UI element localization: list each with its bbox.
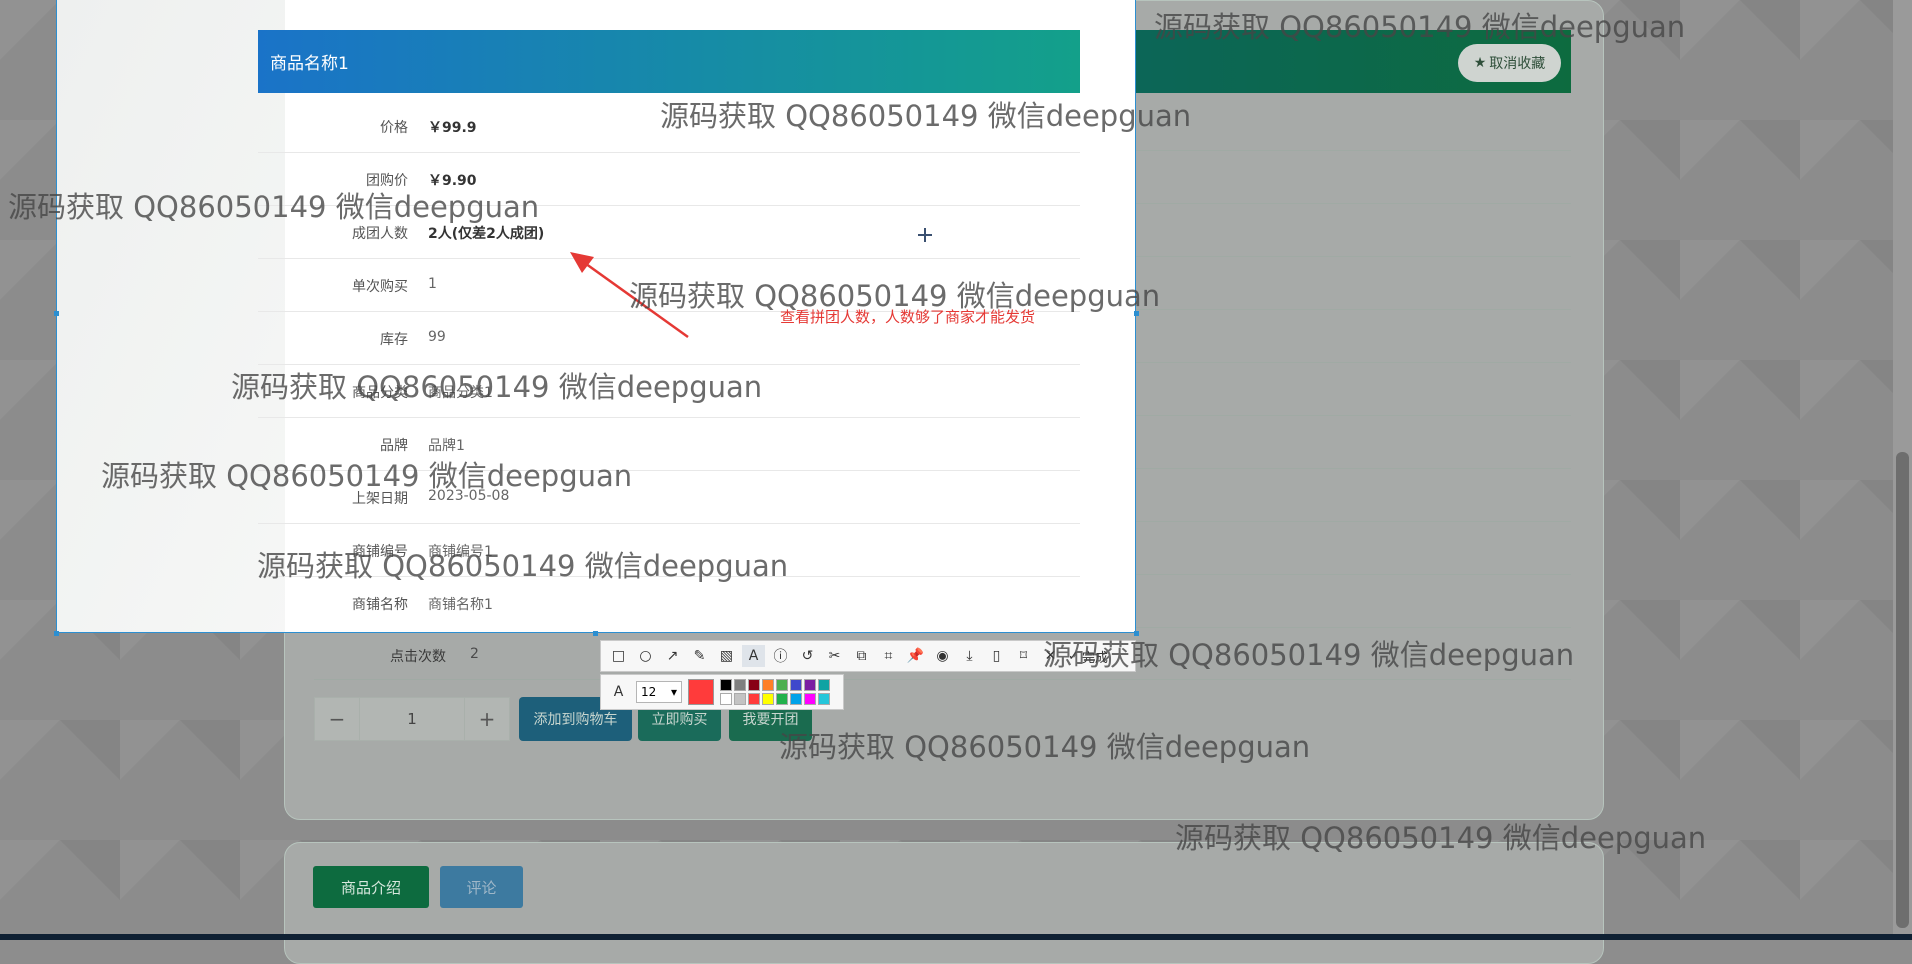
single-purchase-label: 单次购买 — [352, 279, 408, 295]
arrow-icon[interactable]: ↗ — [661, 645, 684, 667]
crosshair-cursor — [918, 228, 932, 242]
stock-value: 99 — [428, 329, 446, 345]
color-swatch[interactable] — [804, 693, 816, 705]
pencil-icon[interactable]: ✎ — [688, 645, 711, 667]
shop-name-label: 商铺名称 — [352, 597, 408, 613]
star-icon: ★ — [1473, 55, 1487, 71]
font-size-value: 12 — [641, 685, 657, 699]
font-icon: A — [613, 684, 624, 700]
row-divider — [314, 679, 1571, 680]
watermark: 源码获取 QQ86050149 微信deepguan — [1043, 638, 1575, 672]
color-swatch[interactable] — [748, 679, 760, 691]
click-count-value: 2 — [470, 646, 479, 662]
color-palette — [720, 679, 830, 705]
info-icon[interactable]: ⓘ — [769, 645, 792, 667]
watermark: 源码获取 QQ86050149 微信deepguan — [1154, 10, 1686, 44]
watermark: 源码获取 QQ86050149 微信deepguan — [629, 279, 1161, 313]
watermark: 源码获取 QQ86050149 微信deepguan — [257, 549, 789, 583]
shop-name-value: 商铺名称1 — [428, 597, 493, 613]
ellipse-icon[interactable]: ○ — [634, 645, 657, 667]
resize-handle-left[interactable] — [54, 311, 59, 316]
scrollbar-thumb[interactable] — [1896, 452, 1909, 928]
unfavorite-button[interactable]: ★ 取消收藏 — [1458, 44, 1561, 82]
page-scrollbar[interactable] — [1893, 0, 1912, 940]
color-swatch[interactable] — [720, 693, 732, 705]
watermark: 源码获取 QQ86050149 微信deepguan — [660, 99, 1192, 133]
unfavorite-label: 取消收藏 — [1489, 56, 1546, 72]
tab-comments[interactable]: 评论 — [440, 866, 523, 908]
current-color-swatch[interactable] — [688, 679, 714, 705]
tab-product-intro[interactable]: 商品介绍 — [313, 866, 429, 908]
color-swatch[interactable] — [818, 693, 830, 705]
undo-icon[interactable]: ↺ — [796, 645, 819, 667]
color-swatch[interactable] — [748, 693, 760, 705]
record-icon[interactable]: ◉ — [931, 645, 954, 667]
color-swatch[interactable] — [790, 693, 802, 705]
group-size-label: 成团人数 — [352, 226, 408, 242]
crop-icon[interactable]: ⌗ — [877, 645, 900, 667]
price-label: 价格 — [380, 120, 408, 136]
detail-row-shop-name: 商铺名称 商铺名称1 — [258, 577, 1080, 633]
watermark: 源码获取 QQ86050149 微信deepguan — [779, 730, 1311, 764]
watermark: 源码获取 QQ86050149 微信deepguan — [231, 370, 763, 404]
resize-handle-bottom[interactable] — [593, 631, 598, 636]
color-swatch[interactable] — [776, 693, 788, 705]
watermark: 源码获取 QQ86050149 微信deepguan — [101, 459, 633, 493]
rectangle-icon[interactable]: □ — [607, 645, 630, 667]
quantity-input[interactable]: 1 — [359, 698, 465, 740]
quantity-decrease-button[interactable]: − — [315, 698, 359, 740]
chevron-down-icon: ▾ — [670, 685, 677, 699]
taskbar-edge — [0, 934, 1912, 940]
pin-icon[interactable]: 📌 — [904, 645, 927, 667]
cut-icon[interactable]: ✂ — [823, 645, 846, 667]
color-swatch[interactable] — [776, 679, 788, 691]
price-value: ￥99.9 — [428, 120, 477, 136]
brand-label: 品牌 — [380, 438, 408, 454]
brand-value: 品牌1 — [428, 438, 465, 454]
text-icon[interactable]: A — [742, 645, 765, 667]
bookmark-icon[interactable]: ⌑ — [1012, 645, 1035, 667]
color-swatch[interactable] — [804, 679, 816, 691]
text-style-bar: A 12 ▾ — [600, 674, 844, 710]
watermark: 源码获取 QQ86050149 微信deepguan — [8, 190, 540, 224]
copy-icon[interactable]: ⧉ — [850, 645, 873, 667]
color-swatch[interactable] — [790, 679, 802, 691]
quantity-increase-button[interactable]: + — [465, 698, 509, 740]
group-size-value: 2人(仅差2人成团) — [428, 226, 545, 242]
product-title-bar: 商品名称1 — [258, 30, 1080, 93]
single-purchase-value: 1 — [428, 276, 437, 292]
quantity-stepper: − 1 + — [314, 697, 510, 741]
color-swatch[interactable] — [818, 679, 830, 691]
watermark: 源码获取 QQ86050149 微信deepguan — [1175, 821, 1707, 855]
color-swatch[interactable] — [762, 693, 774, 705]
save-icon[interactable]: ⤓ — [958, 645, 981, 667]
product-title: 商品名称1 — [270, 54, 349, 74]
color-swatch[interactable] — [762, 679, 774, 691]
resize-handle-bottom-left[interactable] — [54, 631, 59, 636]
phone-icon[interactable]: ▯ — [985, 645, 1008, 667]
color-swatch[interactable] — [720, 679, 732, 691]
stock-label: 库存 — [380, 332, 408, 348]
click-count-label: 点击次数 — [390, 649, 446, 665]
color-swatch[interactable] — [734, 693, 746, 705]
mosaic-icon[interactable]: ▧ — [715, 645, 738, 667]
font-size-select[interactable]: 12 ▾ — [636, 681, 682, 703]
color-swatch[interactable] — [734, 679, 746, 691]
